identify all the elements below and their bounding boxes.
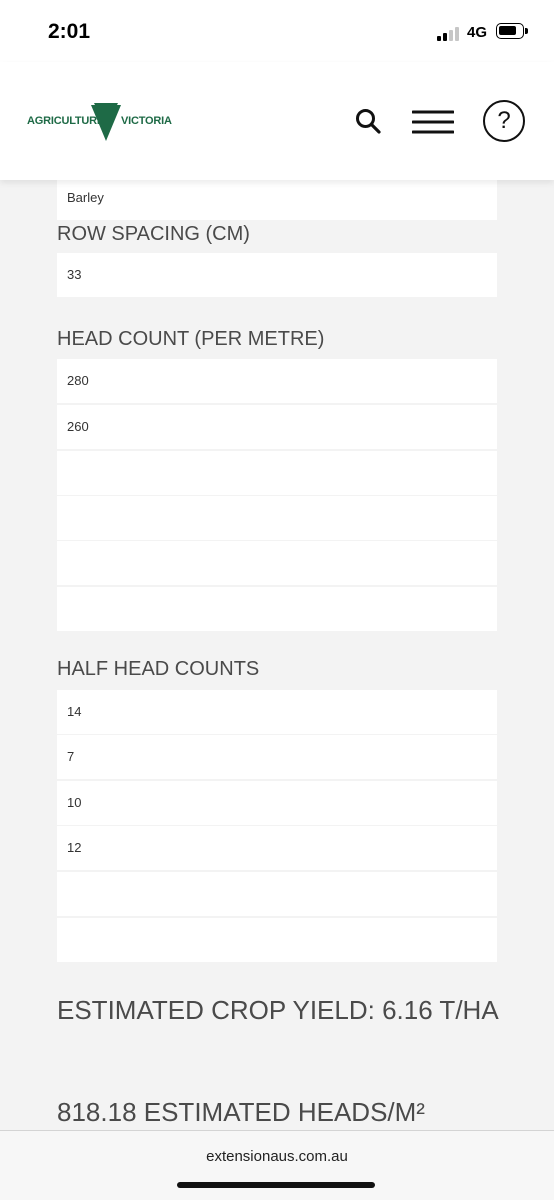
home-indicator[interactable]	[177, 1182, 375, 1188]
head-count-input-2[interactable]: 260	[57, 405, 497, 449]
estimated-crop-yield: ESTIMATED CROP YIELD: 6.16 T/HA	[57, 995, 499, 1025]
row-spacing-input[interactable]: 33	[57, 253, 497, 297]
half-head-count-input-5[interactable]	[57, 872, 497, 916]
search-icon[interactable]	[355, 108, 381, 134]
half-head-count-input-1[interactable]: 14	[57, 690, 497, 734]
row-spacing-label: ROW SPACING (CM)	[57, 223, 250, 245]
estimated-heads: 818.18 ESTIMATED HEADS/M²	[57, 1097, 425, 1127]
half-head-count-input-4[interactable]: 12	[57, 826, 497, 870]
half-head-counts-label: HALF HEAD COUNTS	[57, 658, 260, 680]
head-count-input-1[interactable]: 280	[57, 359, 497, 403]
help-icon[interactable]: ?	[483, 100, 525, 142]
half-head-count-input-3[interactable]: 10	[57, 781, 497, 825]
crop-type-field[interactable]: Barley	[57, 176, 497, 220]
browser-url-bar[interactable]: extensionaus.com.au	[0, 1130, 554, 1200]
head-count-input-3[interactable]	[57, 451, 497, 495]
status-time: 2:01	[48, 20, 91, 43]
victoria-v-logo-icon	[91, 103, 121, 141]
head-count-input-5[interactable]	[57, 541, 497, 585]
half-head-count-input-2[interactable]: 7	[57, 735, 497, 779]
battery-icon	[496, 23, 524, 39]
site-header: AGRICULTURE VICTORIA ?	[0, 62, 554, 180]
signal-icon	[437, 25, 463, 41]
logo-text-victoria: VICTORIA	[121, 115, 172, 127]
agriculture-victoria-logo[interactable]: AGRICULTURE VICTORIA	[27, 103, 172, 143]
menu-icon[interactable]	[412, 110, 454, 134]
network-type: 4G	[467, 24, 488, 41]
head-count-input-4[interactable]	[57, 496, 497, 540]
head-count-input-6[interactable]	[57, 587, 497, 631]
head-count-label: HEAD COUNT (PER METRE)	[57, 328, 325, 350]
status-bar: 2:01 4G	[0, 0, 554, 62]
url-text[interactable]: extensionaus.com.au	[0, 1148, 554, 1165]
half-head-count-input-6[interactable]	[57, 918, 497, 962]
